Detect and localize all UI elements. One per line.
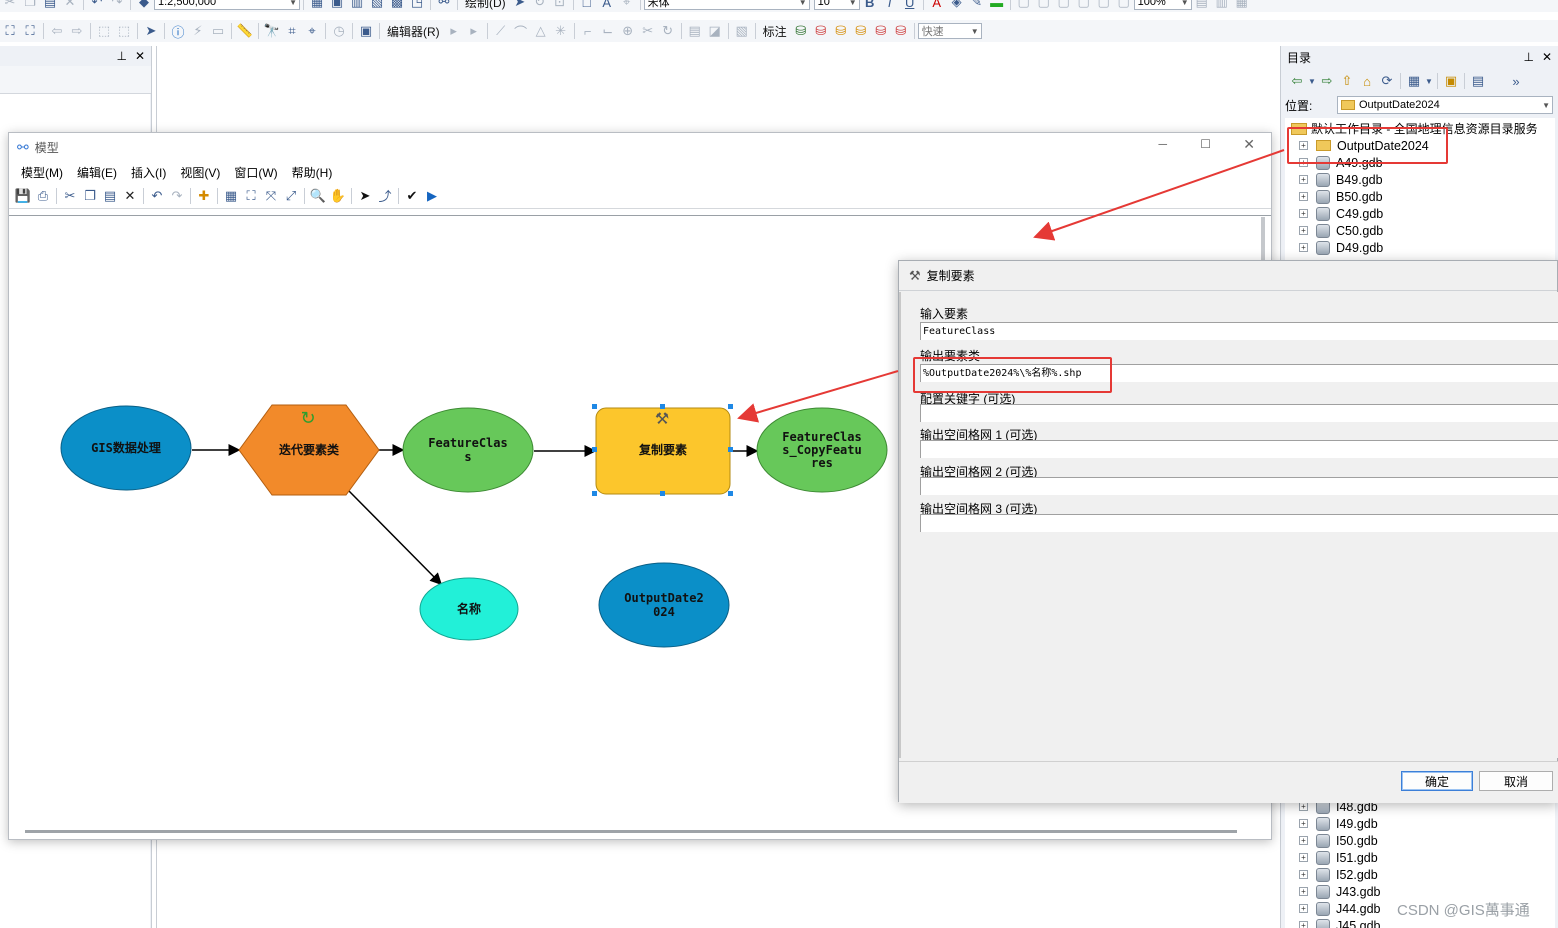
arrow-field-to-tool	[737, 370, 899, 423]
arrow-folder-to-model	[1033, 149, 1285, 241]
annotation-arrows	[737, 149, 1285, 423]
